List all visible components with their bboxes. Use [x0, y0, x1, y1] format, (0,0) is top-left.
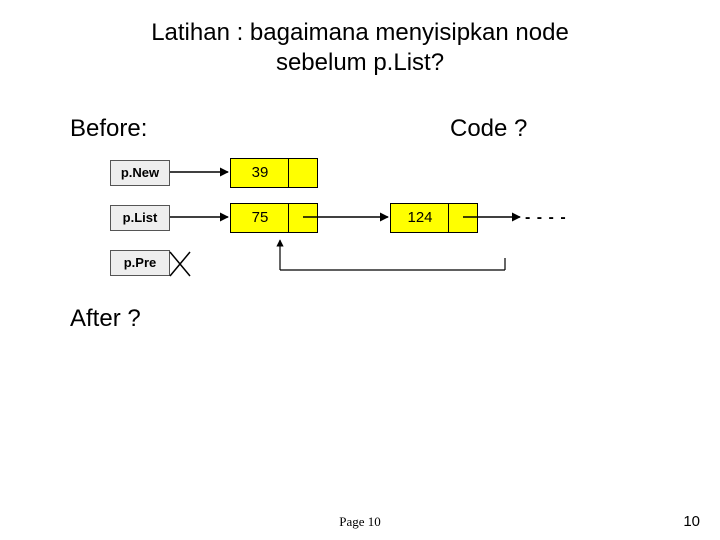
title-line-2: sebelum p.List?	[276, 49, 444, 76]
node-39-data: 39	[230, 158, 290, 188]
node-75-next	[288, 203, 318, 233]
footer-page-text: Page 10	[0, 514, 720, 530]
title-line-1: Latihan : bagaimana menyisipkan node	[151, 19, 569, 46]
after-label: After ?	[70, 305, 141, 333]
diagram-arrows	[0, 0, 720, 540]
trailing-dashes: - - - -	[525, 209, 567, 227]
node-124-data: 124	[390, 203, 450, 233]
slide-title: Latihan : bagaimana menyisipkan node seb…	[0, 18, 720, 78]
ptr-pnew-box: p.New	[110, 160, 170, 186]
ptr-plist-box: p.List	[110, 205, 170, 231]
ptr-ppre-box: p.Pre	[110, 250, 170, 276]
before-label: Before:	[70, 115, 147, 143]
node-75-data: 75	[230, 203, 290, 233]
node-39-next	[288, 158, 318, 188]
code-label: Code ?	[450, 115, 527, 143]
node-124-next	[448, 203, 478, 233]
footer-page-number: 10	[683, 513, 700, 530]
